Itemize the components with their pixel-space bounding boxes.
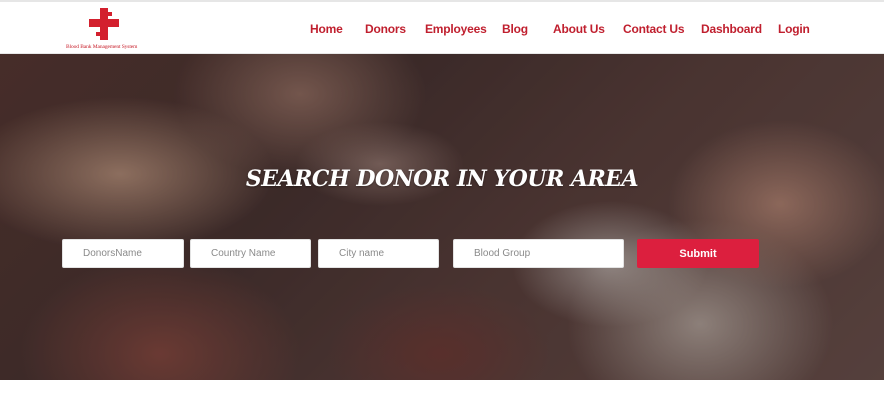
hero-banner: SEARCH DONOR IN YOUR AREA Submit (0, 54, 884, 380)
main-nav: Home Donors Employees Blog About Us Cont… (0, 2, 884, 56)
nav-login[interactable]: Login (778, 22, 810, 36)
city-name-input[interactable] (318, 239, 439, 268)
nav-contact-us[interactable]: Contact Us (623, 22, 685, 36)
nav-about-us[interactable]: About Us (553, 22, 605, 36)
blood-group-input[interactable] (453, 239, 624, 268)
nav-employees[interactable]: Employees (425, 22, 487, 36)
country-name-input[interactable] (190, 239, 311, 268)
hero-title: SEARCH DONOR IN YOUR AREA (245, 166, 639, 192)
nav-dashboard[interactable]: Dashboard (701, 22, 762, 36)
submit-button[interactable]: Submit (637, 239, 759, 268)
donor-name-input[interactable] (62, 239, 184, 268)
nav-donors[interactable]: Donors (365, 22, 406, 36)
nav-blog[interactable]: Blog (502, 22, 528, 36)
top-navbar: Blood Bank Management System Home Donors… (0, 0, 884, 54)
page: Blood Bank Management System Home Donors… (0, 0, 887, 406)
nav-home[interactable]: Home (310, 22, 343, 36)
